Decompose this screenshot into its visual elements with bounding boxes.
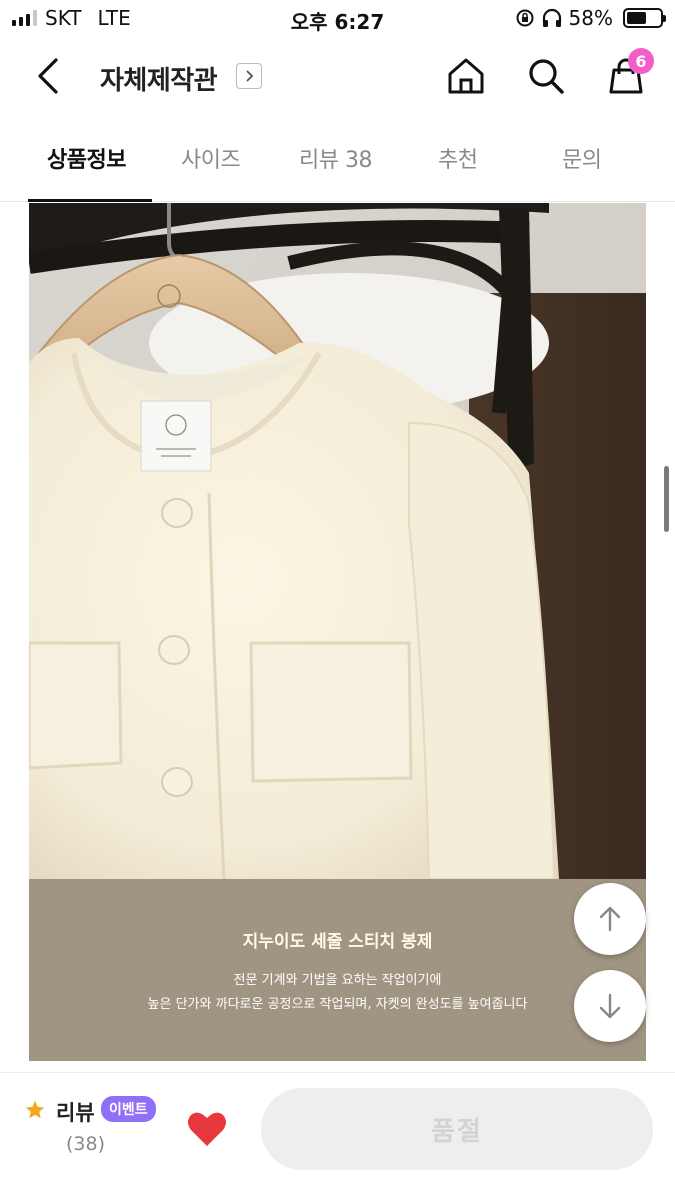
tab-inquiry[interactable]: 문의 [562,142,602,174]
search-button[interactable] [524,54,568,98]
banner-desc-line-2: 높은 단가와 까다로운 공정으로 작업되며, 자켓의 완성도를 높여줍니다 [147,997,528,1012]
scrollbar[interactable] [664,466,669,532]
back-button[interactable] [28,54,68,98]
battery-percent: 58% [568,6,613,30]
arrow-up-icon [599,906,621,932]
banner-description: 전문 기계와 기법을 요하는 작업이기에 높은 단가와 까다로운 공정으로 작업… [29,969,646,1017]
wishlist-button[interactable] [186,1109,228,1149]
headphones-icon [542,8,561,27]
review-count: (38) [66,1133,106,1155]
scroll-down-button[interactable] [574,970,646,1042]
app-header: 자체제작관 6 [0,40,675,116]
detail-banner: 지누이도 세줄 스티치 봉제 전문 기계와 기법을 요하는 작업이기에 높은 단… [29,879,646,1061]
product-tabs: 상품정보 사이즈 리뷰 38 추천 문의 [0,120,675,202]
tab-recommend[interactable]: 추천 [438,142,478,174]
event-badge: 이벤트 [101,1096,156,1122]
banner-desc-line-1: 전문 기계와 기법을 요하는 작업이기에 [233,973,442,988]
jacket-on-hanger-image [29,203,646,879]
shop-link-button[interactable] [236,63,262,89]
review-label: 리뷰 [56,1101,95,1125]
arrow-down-icon [599,993,621,1019]
cart-button[interactable]: 6 [604,48,654,98]
tab-size[interactable]: 사이즈 [181,142,241,174]
banner-title: 지누이도 세줄 스티치 봉제 [242,932,433,952]
shop-name-link[interactable]: 자체제작관 [100,60,218,97]
review-summary[interactable]: 리뷰 이벤트 (38) [24,1096,164,1167]
sold-out-button[interactable]: 품절 [261,1088,653,1170]
battery-icon [623,8,666,28]
chevron-right-icon [246,70,254,82]
star-icon [25,1100,45,1119]
tab-product-info[interactable]: 상품정보 [47,142,126,174]
cart-count-badge: 6 [628,48,654,74]
status-bar: SKT LTE 오후 6:27 58% [0,0,675,38]
search-icon [529,59,564,94]
tab-reviews[interactable]: 리뷰 38 [299,142,372,174]
heart-icon [188,1112,226,1146]
status-right: 58% [515,6,666,30]
home-icon [448,58,484,94]
active-tab-indicator [28,199,152,202]
back-icon [38,58,58,94]
home-button[interactable] [444,54,488,98]
orientation-lock-icon [516,9,534,27]
bottom-action-bar: 리뷰 이벤트 (38) 품절 [0,1072,675,1200]
scroll-up-button[interactable] [574,883,646,955]
product-photo [29,203,646,879]
